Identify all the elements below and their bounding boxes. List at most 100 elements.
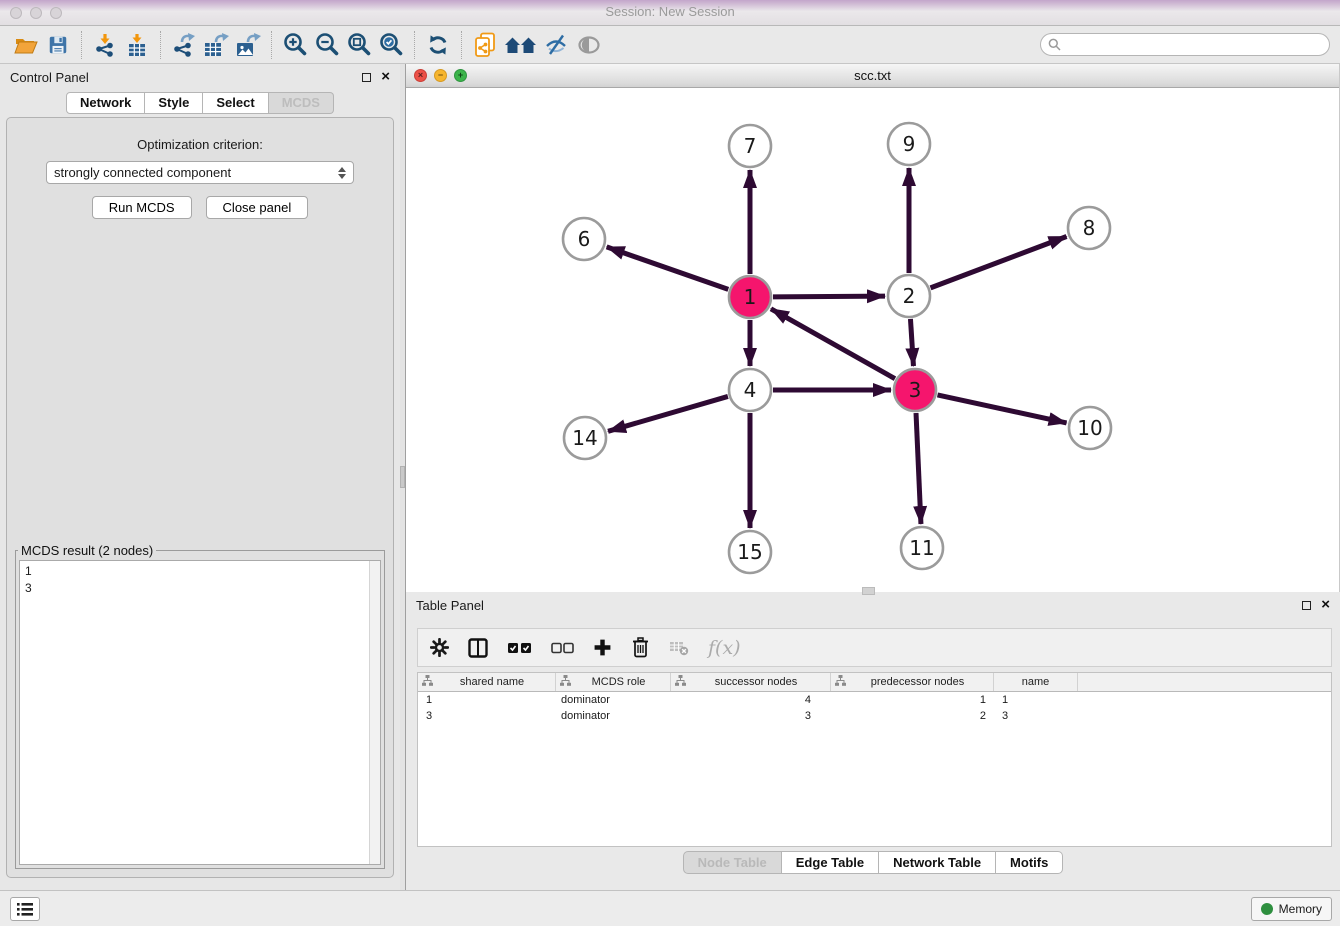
graph-node-label-14: 14 <box>572 426 597 450</box>
function-builder-icon-disabled: f(x) <box>708 637 741 659</box>
close-panel-icon[interactable]: × <box>381 72 390 82</box>
export-image-icon[interactable] <box>232 30 264 60</box>
select-all-columns-icon[interactable] <box>507 641 532 655</box>
node-table: shared name MCDS role successor nodes pr… <box>417 672 1332 847</box>
tab-style[interactable]: Style <box>145 92 203 114</box>
graph-node-label-9: 9 <box>903 132 916 156</box>
graph-node-label-11: 11 <box>909 536 934 560</box>
cell-shared-name[interactable]: 3 <box>418 708 556 724</box>
cell-name[interactable]: 3 <box>994 708 1078 724</box>
export-table-icon[interactable] <box>200 30 232 60</box>
cell-successor-nodes[interactable]: 4 <box>671 692 831 708</box>
cell-shared-name[interactable]: 1 <box>418 692 556 708</box>
hide-selected-icon[interactable] <box>541 30 573 60</box>
tab-mcds[interactable]: MCDS <box>269 92 334 114</box>
unselect-all-columns-icon[interactable] <box>551 642 574 654</box>
run-mcds-button[interactable]: Run MCDS <box>92 196 192 219</box>
clone-network-icon[interactable] <box>469 30 501 60</box>
cell-successor-nodes[interactable]: 3 <box>671 708 831 724</box>
tab-node-table[interactable]: Node Table <box>683 851 782 874</box>
mcds-result-title: MCDS result (2 nodes) <box>18 543 156 558</box>
zoom-in-icon[interactable] <box>279 30 311 60</box>
search-input[interactable] <box>1040 33 1330 56</box>
cell-mcds-role[interactable]: dominator <box>556 708 671 724</box>
cell-name[interactable]: 1 <box>994 692 1078 708</box>
table-tabs: Node Table Edge Table Network Table Moti… <box>406 851 1340 874</box>
tab-network-table[interactable]: Network Table <box>879 851 996 874</box>
toolbar-separator <box>81 31 82 59</box>
network-minimize-icon[interactable]: − <box>434 69 447 82</box>
zoom-fit-icon[interactable] <box>343 30 375 60</box>
toolbar-separator <box>461 31 462 59</box>
mcds-result-list[interactable]: 1 3 <box>19 560 381 865</box>
network-canvas[interactable]: 7968124314101511 <box>406 88 1338 591</box>
table-row[interactable]: 1 dominator 4 1 1 <box>418 692 1331 708</box>
table-header-row: shared name MCDS role successor nodes pr… <box>418 673 1331 692</box>
horizontal-splitter-grip[interactable] <box>862 587 875 595</box>
graph-edge-1-6[interactable] <box>607 247 729 289</box>
window-controls[interactable] <box>10 7 62 19</box>
cell-mcds-role[interactable]: dominator <box>556 692 671 708</box>
table-settings-gear-icon[interactable] <box>430 638 449 657</box>
import-network-icon[interactable] <box>89 30 121 60</box>
delete-column-trash-icon[interactable] <box>631 637 650 658</box>
cell-predecessor-nodes[interactable]: 2 <box>831 708 994 724</box>
column-header-predecessor-nodes[interactable]: predecessor nodes <box>831 673 994 691</box>
tab-motifs[interactable]: Motifs <box>996 851 1063 874</box>
minimize-window-button[interactable] <box>30 7 42 19</box>
network-close-icon[interactable]: × <box>414 69 427 82</box>
zoom-selected-icon[interactable] <box>375 30 407 60</box>
column-header-shared-name[interactable]: shared name <box>418 673 556 691</box>
cell-predecessor-nodes[interactable]: 1 <box>831 692 994 708</box>
network-graph[interactable]: 7968124314101511 <box>406 88 1338 591</box>
main-toolbar <box>0 26 1340 64</box>
graph-edge-2-8[interactable] <box>931 236 1067 287</box>
graph-edge-3-10[interactable] <box>937 395 1066 423</box>
graph-node-label-3: 3 <box>909 378 922 402</box>
result-scrollbar[interactable] <box>369 561 380 864</box>
zoom-out-icon[interactable] <box>311 30 343 60</box>
memory-button[interactable]: Memory <box>1251 897 1332 921</box>
open-session-icon[interactable] <box>10 30 42 60</box>
task-history-button[interactable] <box>10 897 40 921</box>
refresh-layout-icon[interactable] <box>422 30 454 60</box>
close-panel-button[interactable]: Close panel <box>206 196 309 219</box>
splitter-grip[interactable] <box>400 466 405 488</box>
maximize-window-button[interactable] <box>50 7 62 19</box>
graph-edge-2-3[interactable] <box>910 319 913 366</box>
network-title: scc.txt <box>406 64 1339 87</box>
column-header-name[interactable]: name <box>994 673 1078 691</box>
network-window-titlebar[interactable]: × − + scc.txt <box>406 64 1339 88</box>
float-panel-icon[interactable] <box>362 73 371 82</box>
graph-edge-3-1[interactable] <box>771 309 895 379</box>
column-header-mcds-role[interactable]: MCDS role <box>556 673 671 691</box>
export-network-icon[interactable] <box>168 30 200 60</box>
tab-edge-table[interactable]: Edge Table <box>782 851 879 874</box>
close-window-button[interactable] <box>10 7 22 19</box>
float-table-panel-icon[interactable] <box>1302 601 1311 610</box>
app-titlebar: Session: New Session <box>0 0 1340 26</box>
session-title: Session: New Session <box>0 0 1340 24</box>
table-row[interactable]: 3 dominator 3 2 3 <box>418 708 1331 724</box>
tree-icon <box>422 675 433 689</box>
import-table-icon[interactable] <box>121 30 153 60</box>
tab-network[interactable]: Network <box>66 92 145 114</box>
column-header-successor-nodes[interactable]: successor nodes <box>671 673 831 691</box>
mcds-tab-content: Optimization criterion: strongly connect… <box>6 117 394 878</box>
tree-icon <box>675 675 686 689</box>
graph-node-label-7: 7 <box>744 134 757 158</box>
optimization-criterion-select[interactable]: strongly connected component <box>46 161 354 184</box>
close-table-panel-icon[interactable]: × <box>1321 600 1330 610</box>
save-session-icon[interactable] <box>42 30 74 60</box>
create-column-plus-icon[interactable] <box>593 638 612 657</box>
first-neighbors-icon[interactable] <box>501 30 541 60</box>
tab-select[interactable]: Select <box>203 92 268 114</box>
show-all-icon[interactable] <box>573 30 605 60</box>
search-field-wrap <box>1040 33 1330 56</box>
graph-edge-3-11[interactable] <box>916 413 921 524</box>
search-icon <box>1048 38 1061 56</box>
network-maximize-icon[interactable]: + <box>454 69 467 82</box>
graph-edge-4-14[interactable] <box>608 396 728 431</box>
graph-edge-1-2[interactable] <box>773 296 885 297</box>
show-columns-icon[interactable] <box>468 638 488 658</box>
